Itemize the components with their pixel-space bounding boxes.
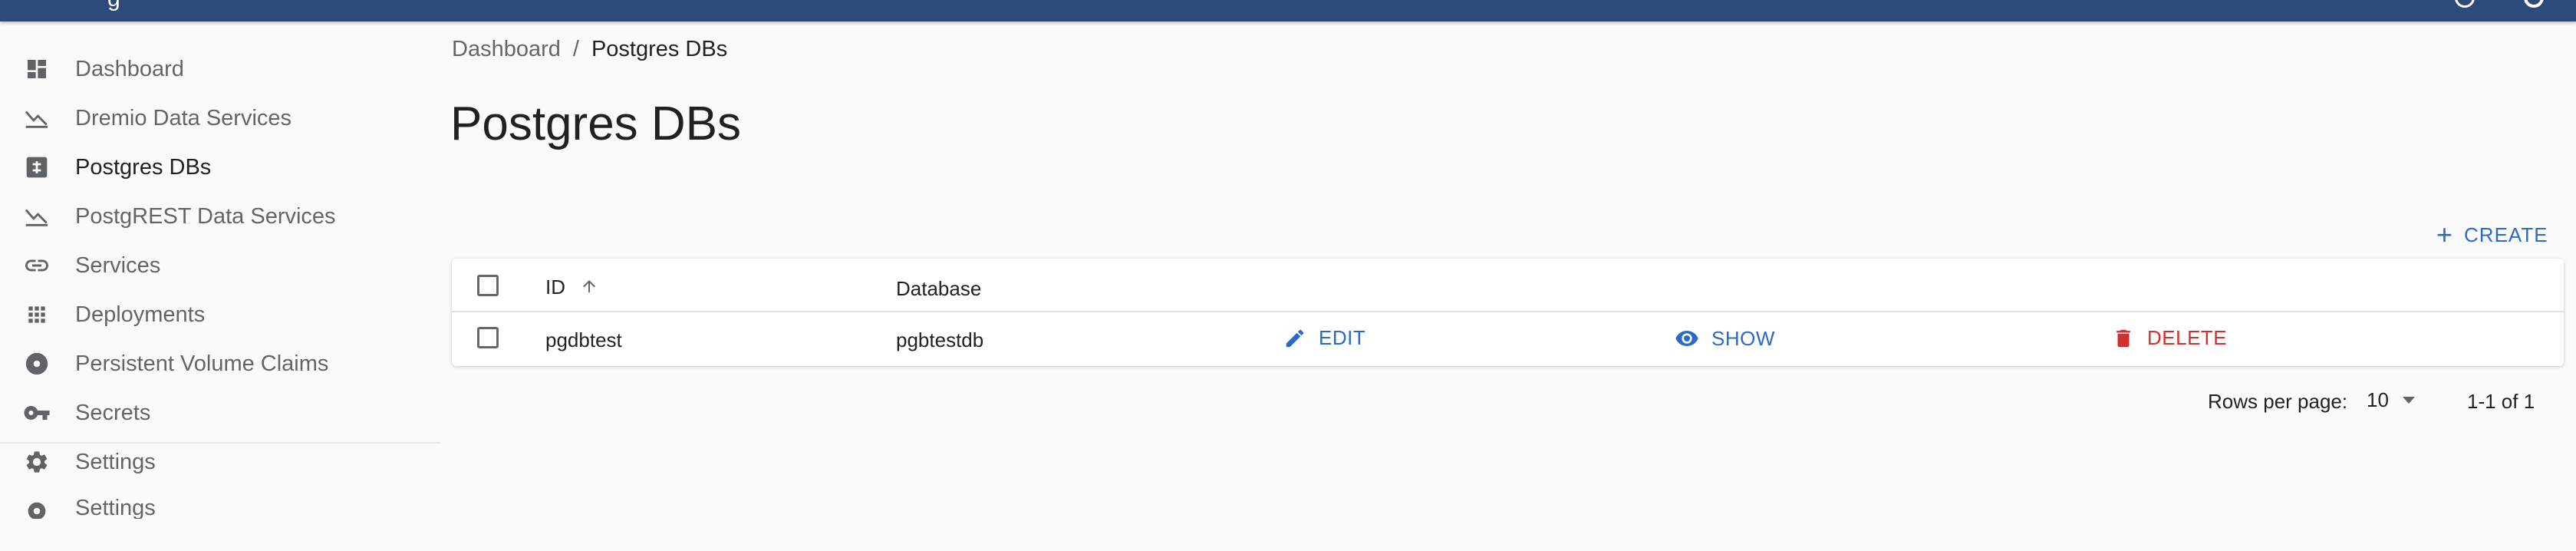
sidebar-item-label: Dashboard [75,56,184,81]
sidebar-item-label: Settings [75,449,156,474]
column-header-id-label: ID [545,276,565,299]
trash-icon [2116,329,2130,347]
rows-per-page-label: Rows per page: [2208,390,2348,413]
rows-per-page-select[interactable]: 10 [2367,388,2415,412]
gear-icon [23,448,51,476]
plus-icon: + [2436,219,2454,250]
sidebar-item-dashboard[interactable]: Dashboard [0,45,440,94]
column-header-database[interactable]: Database [896,277,981,301]
sidebar-item-postgres-dbs[interactable]: Postgres DBs [0,143,440,192]
sidebar: Dashboard Dremio Data Services Postgres … [0,21,440,551]
grid-table-icon [23,153,51,181]
rows-per-page-value: 10 [2367,388,2389,411]
data-table: ID Database pgdbtest pgbtestdb EDIT SHOW… [452,259,2564,366]
delete-button-label: DELETE [2147,326,2228,349]
breadcrumb-separator: / [572,37,579,61]
sidebar-item-postgrest-data-services[interactable]: PostgREST Data Services [0,192,440,241]
sidebar-item-label: Deployments [75,302,206,327]
pagination-range: 1-1 of 1 [2467,390,2535,413]
sidebar-item-services[interactable]: Services [0,241,440,290]
header-divider [452,311,2564,312]
row-checkbox[interactable] [477,327,499,348]
sidebar-item-label: Postgres DBs [75,154,212,180]
sidebar-item-dremio-data-services[interactable]: Dremio Data Services [0,94,440,143]
show-button[interactable]: SHOW [1675,326,1775,351]
sidebar-item-settings[interactable]: Settings [0,437,440,487]
column-header-id[interactable]: ID [545,276,598,301]
disc-icon [23,350,51,378]
pencil-icon [1286,329,1304,347]
chart-line-down-icon [23,104,51,132]
breadcrumb: Dashboard / Postgres DBs [452,37,727,62]
cell-id: pgdbtest [545,328,622,351]
gear-icon [23,497,51,519]
breadcrumb-parent[interactable]: Dashboard [452,37,561,61]
delete-button[interactable]: DELETE [2112,326,2227,350]
select-all-checkbox[interactable] [477,275,499,296]
sidebar-item-persistent-volume-claims[interactable]: Persistent Volume Claims [0,339,440,388]
eye-icon [1675,331,1698,346]
app-title: g [107,0,120,12]
dashboard-icon [23,55,51,83]
sidebar-item-label: Persistent Volume Claims [75,351,329,376]
create-button[interactable]: + CREATE [2436,218,2548,252]
account-icon[interactable] [2524,0,2544,8]
sidebar-item-label: Services [75,252,161,278]
app-bar: g [0,0,2576,21]
key-icon [23,399,51,427]
sidebar-item-deployments[interactable]: Deployments [0,290,440,339]
sidebar-item-secrets[interactable]: Secrets [0,388,440,437]
page-title: Postgres DBs [450,97,742,150]
chart-line-down-icon [23,203,51,230]
edit-button[interactable]: EDIT [1283,326,1365,350]
create-button-label: CREATE [2464,223,2548,246]
sidebar-item-settings-clipped[interactable]: Settings [0,488,440,519]
chevron-down-icon [2402,397,2415,404]
breadcrumb-current: Postgres DBs [591,37,728,61]
sidebar-item-label: Secrets [75,400,151,425]
cell-database: pgbtestdb [896,328,984,351]
sidebar-item-label: PostgREST Data Services [75,203,336,229]
show-button-label: SHOW [1711,326,1775,350]
search-icon[interactable] [2455,0,2475,8]
link-icon [23,252,51,279]
sort-arrow-up-icon [580,277,598,301]
sidebar-item-label: Dremio Data Services [75,105,292,130]
edit-button-label: EDIT [1319,326,1366,349]
apps-grid-icon [23,301,51,328]
sidebar-item-label: Settings [75,496,156,519]
